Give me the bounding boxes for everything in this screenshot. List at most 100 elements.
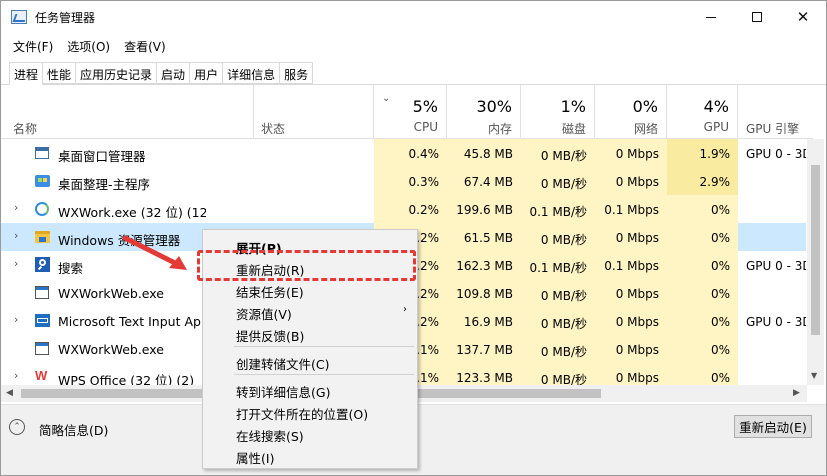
- cpu-cell: 0.2%: [374, 195, 447, 223]
- network-cell: 0 Mbps: [595, 223, 667, 251]
- close-button[interactable]: ✕: [780, 1, 826, 33]
- disk-cell: 0 MB/秒: [521, 335, 595, 363]
- gpu-cell: 2.9%: [667, 167, 738, 195]
- menu-view[interactable]: 查看(V): [117, 36, 173, 56]
- disk-cell: 0 MB/秒: [521, 279, 595, 307]
- tab-app-history[interactable]: 应用历史记录: [76, 62, 158, 84]
- chevron-up-icon[interactable]: ⌃: [9, 419, 25, 435]
- header-name[interactable]: 名称: [1, 85, 254, 139]
- gpu-engine-cell: [738, 167, 806, 195]
- disk-cell: 0.1 MB/秒: [521, 195, 595, 223]
- folder-icon: [35, 229, 51, 245]
- disk-cell: 0.1 MB/秒: [521, 251, 595, 279]
- header-cpu-pct: 5%: [412, 97, 438, 116]
- desktop-organizer-icon: [35, 173, 51, 189]
- ctx-create-dump[interactable]: 创建转储文件(C): [203, 350, 417, 372]
- network-cell: 0 Mbps: [595, 279, 667, 307]
- process-name: WXWork.exe (32 位) (12): [58, 205, 206, 220]
- ctx-search-online[interactable]: 在线搜索(S): [203, 422, 417, 444]
- ctx-go-to-details[interactable]: 转到详细信息(G): [203, 378, 417, 400]
- header-name-label: 名称: [13, 122, 38, 136]
- table-row[interactable]: 桌面窗口管理器 0.4% 45.8 MB 0 MB/秒 0 Mbps 1.9% GPU 0 …: [1, 139, 806, 167]
- expand-chevron-icon[interactable]: ›: [14, 201, 18, 214]
- wps-icon: W: [35, 368, 48, 383]
- minimize-icon: [706, 16, 716, 18]
- header-disk[interactable]: 1% 磁盘: [521, 85, 595, 139]
- network-cell: 0.1 Mbps: [595, 195, 667, 223]
- memory-cell: 45.8 MB: [447, 139, 521, 167]
- gpu-cell: 0%: [667, 363, 738, 385]
- gpu-engine-cell: [738, 223, 806, 251]
- menu-separator: [234, 374, 414, 375]
- dwm-icon: [35, 145, 51, 161]
- gpu-engine-cell: [738, 335, 806, 363]
- menu-separator: [234, 346, 414, 347]
- process-name: WXWorkWeb.exe: [58, 286, 164, 301]
- gpu-engine-cell: GPU 0 - 3D: [746, 259, 806, 273]
- ctx-open-file-location[interactable]: 打开文件所在的位置(O): [203, 400, 417, 422]
- vertical-scrollbar[interactable]: ▼: [807, 139, 824, 385]
- gpu-cell: 0%: [667, 307, 738, 335]
- header-status[interactable]: 状态: [254, 85, 374, 139]
- menu-options[interactable]: 选项(O): [60, 36, 117, 56]
- column-header: 名称 状态 ⌄ 5% CPU 30% 内存 1% 磁盘 0% 网络 4% GPU…: [1, 85, 813, 139]
- ctx-item-label: 打开文件所在的位置(O): [236, 407, 369, 422]
- gpu-cell: 0%: [667, 223, 738, 251]
- scroll-down-icon[interactable]: ▼: [811, 371, 817, 380]
- ctx-properties[interactable]: 属性(I): [203, 444, 417, 466]
- disk-cell: 0 MB/秒: [521, 307, 595, 335]
- expand-chevron-icon[interactable]: ›: [14, 369, 18, 382]
- tab-details[interactable]: 详细信息: [223, 62, 281, 84]
- process-name: 桌面窗口管理器: [58, 149, 146, 164]
- annotation-arrow-icon: [122, 235, 187, 270]
- maximize-button[interactable]: [734, 1, 780, 33]
- expand-chevron-icon[interactable]: ›: [14, 313, 18, 326]
- tab-services[interactable]: 服务: [280, 62, 314, 84]
- keyboard-icon: [35, 313, 51, 329]
- network-cell: 0 Mbps: [595, 139, 667, 167]
- header-gpu[interactable]: 4% GPU: [667, 85, 738, 139]
- network-cell: 0 Mbps: [595, 363, 667, 385]
- task-manager-window: 任务管理器 ✕ 文件(F) 选项(O) 查看(V) 进程 性能 应用历史记录 启…: [0, 0, 827, 476]
- memory-cell: 61.5 MB: [447, 223, 521, 251]
- search-icon: [35, 257, 51, 273]
- ctx-resource-values[interactable]: 资源值(V) ›: [203, 300, 417, 322]
- header-gpu-engine[interactable]: GPU 引擎: [738, 85, 813, 139]
- scroll-left-icon[interactable]: ◀: [6, 388, 13, 398]
- table-row[interactable]: › WXWork.exe (32 位) (12) 0.2% 199.6 MB 0.1 M…: [1, 195, 806, 223]
- header-disk-pct: 1%: [560, 97, 586, 116]
- gpu-cell: 0%: [667, 335, 738, 363]
- tab-performance[interactable]: 性能: [43, 62, 77, 84]
- header-network[interactable]: 0% 网络: [595, 85, 667, 139]
- header-network-pct: 0%: [632, 97, 658, 116]
- expand-chevron-icon[interactable]: ›: [14, 229, 18, 242]
- header-cpu[interactable]: 5% CPU: [374, 85, 447, 139]
- scroll-right-icon[interactable]: ▶: [793, 388, 800, 398]
- expand-chevron-icon[interactable]: ›: [14, 257, 18, 270]
- header-memory-pct: 30%: [476, 97, 512, 116]
- header-memory[interactable]: 30% 内存: [447, 85, 521, 139]
- tab-processes[interactable]: 进程: [9, 62, 44, 85]
- tab-startup[interactable]: 启动: [157, 62, 191, 84]
- cpu-cell: 0.3%: [374, 167, 447, 195]
- menu-file[interactable]: 文件(F): [1, 36, 60, 56]
- ctx-item-label: 在线搜索(S): [236, 429, 304, 444]
- vertical-scroll-thumb[interactable]: [811, 165, 820, 335]
- ctx-item-label: 资源值(V): [236, 307, 292, 322]
- process-name: WPS Office (32 位) (2): [58, 373, 195, 385]
- header-memory-label: 内存: [487, 122, 512, 136]
- header-gpu-label: GPU: [703, 120, 729, 134]
- tab-bar: 进程 性能 应用历史记录 启动 用户 详细信息 服务: [9, 62, 314, 85]
- gpu-engine-cell: [738, 363, 806, 385]
- ctx-end-task[interactable]: 结束任务(E): [203, 278, 417, 300]
- restart-button[interactable]: 重新启动(E): [734, 415, 812, 438]
- table-row[interactable]: 桌面整理-主程序 0.3% 67.4 MB 0 MB/秒 0 Mbps 2.9%: [1, 167, 806, 195]
- tab-users[interactable]: 用户: [190, 62, 224, 84]
- ctx-feedback[interactable]: 提供反馈(B): [203, 322, 417, 344]
- minimize-button[interactable]: [688, 1, 734, 33]
- fewer-details-link[interactable]: 简略信息(D): [39, 420, 108, 439]
- gpu-cell: 1.9%: [667, 139, 738, 167]
- header-disk-label: 磁盘: [561, 122, 586, 136]
- ctx-item-label: 转到详细信息(G): [236, 385, 331, 400]
- process-name: 桌面整理-主程序: [58, 177, 151, 192]
